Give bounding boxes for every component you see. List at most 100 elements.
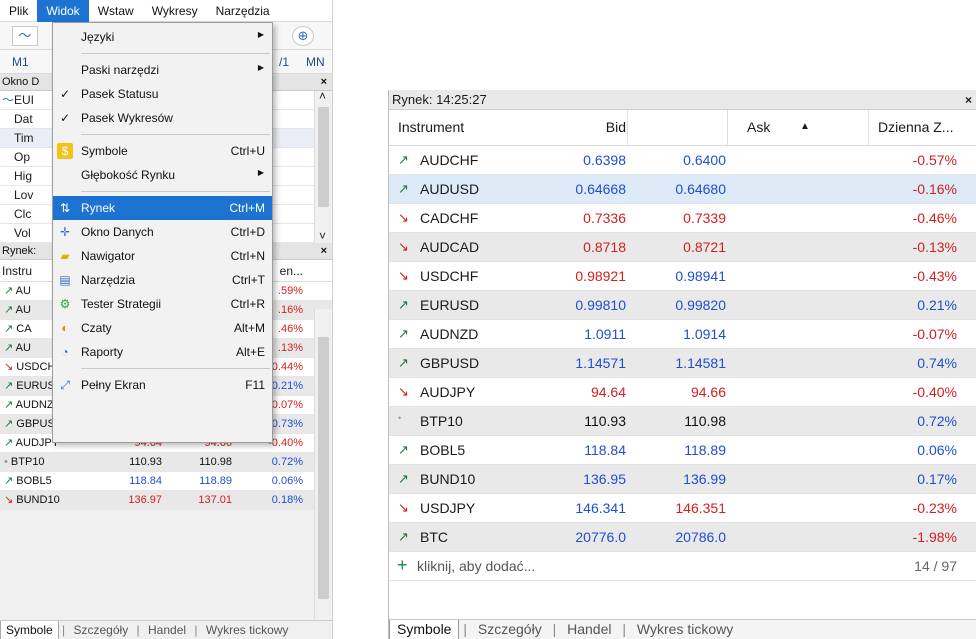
table-row[interactable]: ↗ BTC 20776.0 20786.0 -1.98% <box>389 523 976 552</box>
menu-wykresy[interactable]: Wykresy <box>143 0 207 22</box>
menu-item-shortcut: Ctrl+N <box>230 249 265 263</box>
period-w1[interactable]: /1 <box>279 55 289 69</box>
ask-price: 0.64680 <box>675 181 726 197</box>
trend-arrow-icon: ↗ <box>398 181 409 196</box>
tab-handel[interactable]: Handel <box>560 620 618 639</box>
change-value: 0.72% <box>271 456 303 468</box>
market-watch-header: Instrument Bid Ask ▲ Dzienna Z... <box>389 110 976 146</box>
sort-asc-icon[interactable]: ▲ <box>800 121 810 132</box>
bid-price: 0.99810 <box>575 297 626 313</box>
menu-wstaw[interactable]: Wstaw <box>89 0 143 22</box>
table-row[interactable]: ↗ BOBL5 118.84 118.89 0.06% <box>389 436 976 465</box>
bid-price: 110.93 <box>129 456 162 468</box>
data-window-label: Tim <box>14 131 34 145</box>
menu-bar: Plik Widok Wstaw Wykresy Narzędzia <box>0 0 332 22</box>
symbol-name: CA <box>16 323 32 335</box>
chart-type-icon[interactable]: 〜 <box>12 26 38 46</box>
menu-plik[interactable]: Plik <box>0 0 37 22</box>
chevron-down-icon[interactable]: ˅ <box>319 229 326 243</box>
add-symbol-label[interactable]: kliknij, aby dodać... <box>417 558 535 574</box>
column-instrument[interactable]: Instrument <box>398 119 464 135</box>
menu-item-label: Języki <box>81 30 115 44</box>
menu-item-shortcut: Ctrl+U <box>230 144 265 158</box>
table-row[interactable]: ↗ AUDUSD 0.64668 0.64680 -0.16% <box>389 175 976 204</box>
table-row[interactable]: ↘ BUND10 136.97 137.01 0.18% <box>0 491 332 510</box>
bid-price: 0.8718 <box>583 239 626 255</box>
scrollbar-thumb[interactable] <box>318 337 329 599</box>
trend-arrow-icon: ↗ <box>398 355 409 370</box>
table-row[interactable]: ↘ AUDCAD 0.8718 0.8721 -0.13% <box>389 233 976 262</box>
tab-szczegoly[interactable]: Szczegóły <box>471 620 549 639</box>
menu-item-pe-ny-ekran[interactable]: ⤢ Pełny Ekran F11 <box>53 373 272 397</box>
symbol-name: AU <box>15 342 31 354</box>
symbol-name: BUND10 <box>16 494 60 506</box>
column-ask[interactable]: Ask <box>747 119 770 135</box>
market-watch-window: Rynek: 14:25:27 × Instrument Bid Ask ▲ D… <box>388 90 976 639</box>
menu-item-rynek[interactable]: ⇅ Rynek Ctrl+M <box>53 196 272 220</box>
menu-item-nawigator[interactable]: ▰ Nawigator Ctrl+N <box>53 244 272 268</box>
menu-item-raporty[interactable]: ◔ Raporty Alt+E <box>53 340 272 364</box>
ask-price: 146.351 <box>675 500 726 516</box>
symbol-name: BTP10 <box>10 456 45 468</box>
table-row[interactable]: ↗ AUDCHF 0.6398 0.6400 -0.57% <box>389 146 976 175</box>
menu-item-pasek-statusu[interactable]: ✓ Pasek Statusu <box>53 82 272 106</box>
table-row[interactable]: ↗ AUDNZD 1.0911 1.0914 -0.07% <box>389 320 976 349</box>
table-row[interactable]: ↗ GBPUSD 1.14571 1.14581 0.74% <box>389 349 976 378</box>
column-bid[interactable]: Bid <box>606 119 626 135</box>
table-row[interactable]: ↘ USDCHF 0.98921 0.98941 -0.43% <box>389 262 976 291</box>
scrollbar-thumb[interactable] <box>318 107 329 207</box>
menu-item-czaty[interactable]: ◐ Czaty Alt+M <box>53 316 272 340</box>
column-instrument[interactable]: Instru <box>2 264 32 278</box>
menu-item-paski-narz-dzi[interactable]: Paski narzędzi ▶ <box>53 58 272 82</box>
period-m1[interactable]: M1 <box>12 55 29 69</box>
tab-symbole[interactable]: Symbole <box>389 620 460 639</box>
change-value: -0.57% <box>912 152 957 168</box>
menu-item-narz-dzia[interactable]: ▤ Narzędzia Ctrl+T <box>53 268 272 292</box>
bid-price: 0.64668 <box>575 181 626 197</box>
market-watch-icon: ⇅ <box>59 201 71 215</box>
check-icon: ✓ <box>59 87 71 101</box>
new-order-icon[interactable]: ⊕ <box>292 26 314 46</box>
table-row[interactable]: ↘ USDJPY 146.341 146.351 -0.23% <box>389 494 976 523</box>
menu-separator <box>81 53 270 54</box>
change-value: 0.21% <box>917 297 957 313</box>
change-value: .59% <box>277 285 303 297</box>
add-symbol-row[interactable]: + kliknij, aby dodać... 14 / 97 <box>389 552 976 581</box>
menu-item-pasek-wykres-w[interactable]: ✓ Pasek Wykresów <box>53 106 272 130</box>
tab-handel[interactable]: Handel <box>143 621 191 639</box>
table-row[interactable]: • BTP10 110.93 110.98 0.72% <box>389 407 976 436</box>
table-row[interactable]: ↗ BUND10 136.95 136.99 0.17% <box>389 465 976 494</box>
table-row[interactable]: ↘ AUDJPY 94.64 94.66 -0.40% <box>389 378 976 407</box>
menu-item-g-boko-rynku[interactable]: Głębokość Rynku ▶ <box>53 163 272 187</box>
column-change-trunc[interactable]: en... <box>280 260 303 282</box>
column-daily-change[interactable]: Dzienna Z... <box>878 119 953 135</box>
menu-narzedzia[interactable]: Narzędzia <box>207 0 279 22</box>
market-mini-scrollbar[interactable] <box>314 309 332 619</box>
symbol-name: AUDUSD <box>420 181 480 197</box>
period-mn[interactable]: MN <box>306 55 325 69</box>
table-row[interactable]: ↗ BOBL5 118.84 118.89 0.06% <box>0 472 332 491</box>
menu-item-j-zyki[interactable]: Języki ▶ <box>53 25 272 49</box>
menu-item-okno-danych[interactable]: ✛ Okno Danych Ctrl+D <box>53 220 272 244</box>
table-row[interactable]: ↗ EURUSD 0.99810 0.99820 0.21% <box>389 291 976 320</box>
table-row[interactable]: ↘ CADCHF 0.7336 0.7339 -0.46% <box>389 204 976 233</box>
data-window-scrollbar[interactable]: ˄ ˅ <box>314 89 332 243</box>
close-icon[interactable]: × <box>321 243 327 260</box>
table-row[interactable]: • BTP10 110.93 110.98 0.72% <box>0 453 332 472</box>
trend-arrow-icon: ↗ AU <box>4 342 31 354</box>
tab-wykres-tickowy[interactable]: Wykres tickowy <box>630 620 740 639</box>
change-value: .46% <box>277 323 303 335</box>
menu-separator <box>81 191 270 192</box>
bid-price: 136.95 <box>583 471 626 487</box>
trend-arrow-icon: ↗ <box>398 152 409 167</box>
menu-item-symbole[interactable]: $ Symbole Ctrl+U <box>53 139 272 163</box>
menu-widok[interactable]: Widok <box>37 0 89 22</box>
tab-szczegoly[interactable]: Szczegóły <box>69 621 134 639</box>
chevron-up-icon[interactable]: ˄ <box>319 89 326 103</box>
tab-symbole[interactable]: Symbole <box>0 621 59 639</box>
ask-price: 1.14581 <box>675 355 726 371</box>
close-icon[interactable]: × <box>965 90 972 110</box>
tab-wykres-tickowy[interactable]: Wykres tickowy <box>201 621 294 639</box>
menu-item-tester-strategii[interactable]: ⚙ Tester Strategii Ctrl+R <box>53 292 272 316</box>
data-window-label: EUI <box>14 93 35 107</box>
